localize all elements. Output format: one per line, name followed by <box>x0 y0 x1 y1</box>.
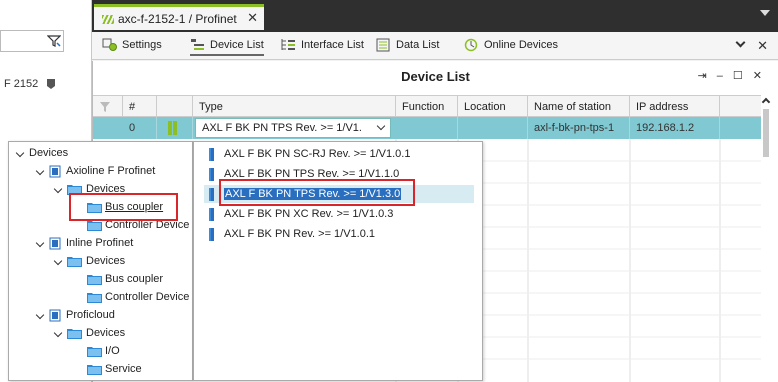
device-family-icon <box>49 309 61 322</box>
page-title: Device List <box>401 69 470 84</box>
editor-tab-label: axc-f-2152-1 / Profinet <box>118 12 237 26</box>
list-item[interactable]: AXL F BK PN SC-RJ Rev. >= 1/V1.0.1 <box>204 145 474 163</box>
editor-tab[interactable]: axc-f-2152-1 / Profinet ✕ <box>94 4 264 30</box>
vertical-scrollbar[interactable] <box>761 95 772 382</box>
editor-title-bar: axc-f-2152-1 / Profinet ✕ <box>92 0 778 32</box>
data-list-icon <box>376 38 390 52</box>
chevron-down-icon[interactable] <box>53 256 63 266</box>
tab-settings[interactable]: Settings <box>102 38 162 56</box>
view-toolbar: Settings Device List Interface List Data… <box>92 32 778 60</box>
table-row[interactable]: 0 AXL F BK PN TPS Rev. >= 1/V1. axl-f-bk… <box>93 117 761 139</box>
row-name-of-station[interactable]: axl-f-bk-pn-tps-1 <box>528 117 630 139</box>
row-function[interactable] <box>396 117 458 139</box>
chevron-down-icon[interactable] <box>760 10 770 16</box>
row-index: 0 <box>123 117 157 139</box>
project-search-input[interactable] <box>0 30 64 52</box>
device-icon <box>209 148 214 161</box>
chevron-down-icon[interactable] <box>735 37 746 48</box>
list-item[interactable]: AXL F BK PN XC Rev. >= 1/V1.0.3 <box>204 205 474 223</box>
folder-icon <box>87 293 102 303</box>
window-controls: ⇥–☐✕ <box>698 69 772 82</box>
close-icon[interactable]: ✕ <box>247 10 258 26</box>
chevron-down-icon[interactable] <box>35 238 45 248</box>
tab-device-list-label: Device List <box>210 39 264 51</box>
chevron-down-icon[interactable] <box>35 310 45 320</box>
filter-icon[interactable] <box>47 34 61 48</box>
scrollbar-thumb[interactable] <box>763 109 769 157</box>
interface-list-icon <box>281 39 295 50</box>
folder-icon <box>67 257 82 267</box>
device-icon <box>209 168 214 181</box>
tab-data-list-label: Data List <box>396 39 440 51</box>
maximize-icon[interactable]: ☐ <box>733 70 753 82</box>
device-status-icon <box>157 117 193 139</box>
device-catalog-tree: Devices Axioline F Profinet Devices Bus … <box>8 141 193 381</box>
tab-interface-list-label: Interface List <box>301 39 364 51</box>
column-header-index[interactable]: # <box>123 96 157 118</box>
column-header-function[interactable]: Function <box>396 96 458 118</box>
callout-highlight <box>219 179 415 206</box>
row-location[interactable] <box>458 117 528 139</box>
device-family-icon <box>49 237 61 250</box>
minimize-icon[interactable]: – <box>717 70 733 82</box>
pin-icon[interactable]: ⇥ <box>698 70 717 82</box>
shield-icon <box>47 79 55 89</box>
folder-icon <box>87 347 102 357</box>
tab-interface-list[interactable]: Interface List <box>281 38 364 56</box>
chevron-down-icon[interactable] <box>15 148 25 158</box>
folder-icon <box>87 365 102 375</box>
chevron-down-icon[interactable] <box>35 166 45 176</box>
grid-header: # Type Function Location Name of station… <box>93 95 761 118</box>
column-header-location[interactable]: Location <box>458 96 528 118</box>
tab-data-list[interactable]: Data List <box>376 38 439 56</box>
chevron-down-icon[interactable] <box>376 121 386 131</box>
type-selection-list: AXL F BK PN SC-RJ Rev. >= 1/V1.0.1 AXL F… <box>193 141 483 381</box>
type-dropdown-value: AXL F BK PN TPS Rev. >= 1/V1. <box>202 122 362 134</box>
device-icon <box>209 228 214 241</box>
chevron-down-icon[interactable] <box>53 184 63 194</box>
chevron-up-icon[interactable] <box>761 97 771 107</box>
device-family-icon <box>49 165 61 178</box>
tab-device-list[interactable]: Device List <box>190 38 264 56</box>
close-icon[interactable]: ✕ <box>757 38 768 54</box>
project-device-label[interactable]: F 2152 <box>4 78 38 90</box>
folder-icon <box>67 329 82 339</box>
filter-column-header[interactable] <box>93 96 123 118</box>
device-icon <box>209 188 214 201</box>
settings-icon <box>102 38 117 51</box>
column-header-ip-address[interactable]: IP address <box>630 96 720 118</box>
column-header-name-of-station[interactable]: Name of station <box>528 96 630 118</box>
list-item[interactable]: AXL F BK PN Rev. >= 1/V1.0.1 <box>204 225 474 243</box>
tab-settings-label: Settings <box>122 39 162 51</box>
row-ip-address[interactable]: 192.168.1.2 <box>630 117 720 139</box>
chevron-down-icon[interactable] <box>53 328 63 338</box>
tab-online-devices-label: Online Devices <box>484 39 558 51</box>
device-icon <box>209 208 214 221</box>
device-list-icon <box>191 39 204 50</box>
close-icon[interactable]: ✕ <box>753 70 772 82</box>
online-devices-icon <box>464 38 478 52</box>
type-dropdown[interactable]: AXL F BK PN TPS Rev. >= 1/V1. <box>195 118 391 138</box>
folder-icon <box>87 275 102 285</box>
column-header-status[interactable] <box>157 96 193 118</box>
column-header-type[interactable]: Type <box>193 96 396 118</box>
filter-icon <box>100 102 110 112</box>
callout-highlight <box>69 193 178 221</box>
profinet-stripe-icon <box>102 15 114 25</box>
tab-online-devices[interactable]: Online Devices <box>464 38 558 56</box>
